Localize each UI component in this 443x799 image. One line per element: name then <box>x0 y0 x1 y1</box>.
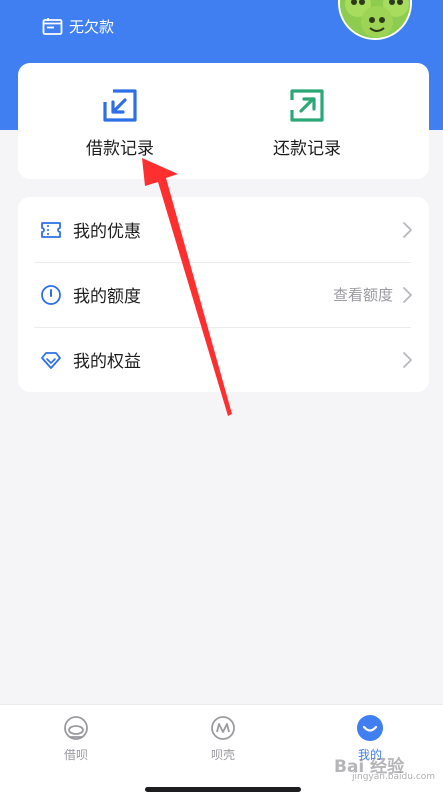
borrow-records-label: 借款记录 <box>86 139 154 159</box>
borrow-record-icon <box>103 89 137 122</box>
menu-item-label: 我的额度 <box>73 287 141 307</box>
debt-status-text: 无欠款 <box>69 18 115 36</box>
calendar-icon <box>42 18 63 35</box>
chevron-right-icon <box>403 351 412 368</box>
tab-borrow[interactable]: 借呗 <box>21 713 131 763</box>
borrow-tab-icon <box>64 716 88 740</box>
menu-card: 我的优惠 我的额度 查看额度 我的权益 <box>18 197 429 392</box>
menu-item-label: 我的权益 <box>73 352 141 372</box>
ticket-icon <box>41 221 61 238</box>
profile-tab-icon <box>357 715 383 741</box>
debt-status: 无欠款 <box>42 16 114 37</box>
repay-records-label: 还款记录 <box>273 139 341 159</box>
view-credit-link[interactable]: 查看额度 <box>333 284 393 305</box>
home-indicator <box>145 787 301 792</box>
tab-label: 借呗 <box>63 748 88 762</box>
repay-record-icon <box>290 89 324 122</box>
diamond-icon <box>41 351 61 369</box>
repay-records-button[interactable]: 还款记录 <box>227 88 387 159</box>
menu-item-coupons[interactable]: 我的优惠 <box>18 197 429 262</box>
records-card: 借款记录 还款记录 <box>18 63 429 179</box>
chevron-right-icon <box>403 221 412 238</box>
chevron-right-icon <box>403 286 412 303</box>
borrow-records-button[interactable]: 借款记录 <box>40 88 200 159</box>
tab-shell[interactable]: 呗壳 <box>168 713 278 763</box>
gauge-icon <box>41 284 61 305</box>
watermark-url: jingyan.baidu.com <box>352 772 436 782</box>
tab-label: 呗壳 <box>210 748 235 762</box>
menu-item-credit-limit[interactable]: 我的额度 查看额度 <box>18 262 429 327</box>
shell-tab-icon <box>211 716 235 740</box>
menu-item-benefits[interactable]: 我的权益 <box>18 327 429 392</box>
menu-item-label: 我的优惠 <box>73 222 141 242</box>
